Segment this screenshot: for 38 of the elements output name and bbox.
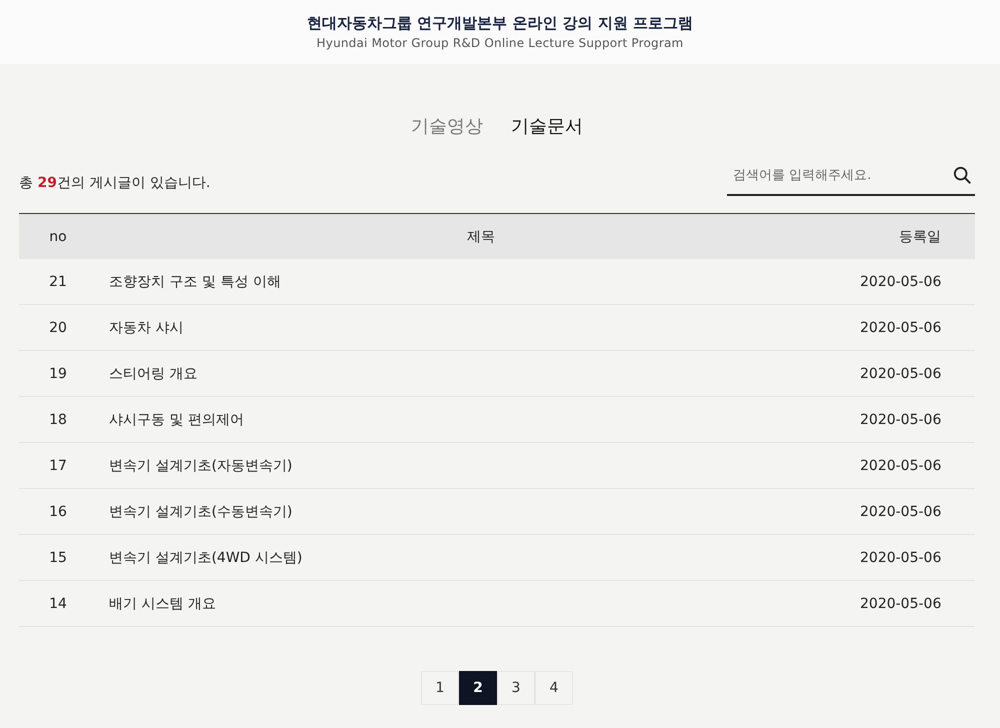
- post-title-link[interactable]: 자동차 샤시: [97, 318, 860, 336]
- table-cell-text: 2020-05-06: [860, 412, 942, 428]
- post-title-link[interactable]: 변속기 설계기초(수동변속기): [97, 502, 860, 520]
- table-cell-text: 21: [48, 274, 68, 290]
- table-cell-text: 2020-05-06: [860, 366, 942, 382]
- table-cell-text: 19: [48, 366, 68, 382]
- table-cell-text: 18: [48, 412, 68, 428]
- table-cell-text: 15: [48, 550, 68, 566]
- search-icon[interactable]: [953, 166, 971, 184]
- column-header: 제목: [466, 228, 496, 246]
- post-count-text: 총 29건의 게시글이 있습니다.: [19, 174, 210, 192]
- table-cell-text: 16: [48, 504, 68, 520]
- table-cell-text: 2020-05-06: [860, 458, 942, 474]
- table-cell-text: 2020-05-06: [860, 550, 942, 566]
- table-cell-text: 17: [48, 458, 68, 474]
- post-title-link[interactable]: 샤시구동 및 편의제어: [97, 410, 860, 428]
- table-cell-text: 2020-05-06: [860, 320, 942, 336]
- page-button[interactable]: 2: [459, 671, 497, 705]
- table-cell-text: 20: [48, 320, 68, 336]
- site-subtitle: Hyundai Motor Group R&D Online Lecture Support Program: [316, 36, 684, 50]
- page-button[interactable]: 4: [535, 671, 573, 705]
- table-cell-text: 14: [48, 596, 68, 612]
- post-title-link[interactable]: 변속기 설계기초(4WD 시스템): [97, 548, 860, 566]
- tab[interactable]: 기술영상: [411, 112, 483, 140]
- site-title: 현대자동차그룹 연구개발본부 온라인 강의 지원 프로그램: [306, 14, 694, 33]
- page-button[interactable]: 1: [421, 671, 459, 705]
- page-button[interactable]: 3: [497, 671, 535, 705]
- column-header: no: [48, 228, 68, 244]
- post-title-link[interactable]: 조향장치 구조 및 특성 이해: [97, 272, 860, 290]
- column-header: 등록일: [898, 228, 942, 246]
- post-title-link[interactable]: 배기 시스템 개요: [97, 594, 860, 612]
- table-cell-text: 2020-05-06: [860, 596, 942, 612]
- table-cell-text: 2020-05-06: [860, 504, 942, 520]
- post-title-link[interactable]: 변속기 설계기초(자동변속기): [97, 456, 860, 474]
- table-cell-text: 2020-05-06: [860, 274, 942, 290]
- post-title-link[interactable]: 스티어링 개요: [97, 364, 860, 382]
- tab[interactable]: 기술문서: [511, 112, 583, 140]
- search-field[interactable]: 검색어를 입력해주세요.: [731, 166, 953, 184]
